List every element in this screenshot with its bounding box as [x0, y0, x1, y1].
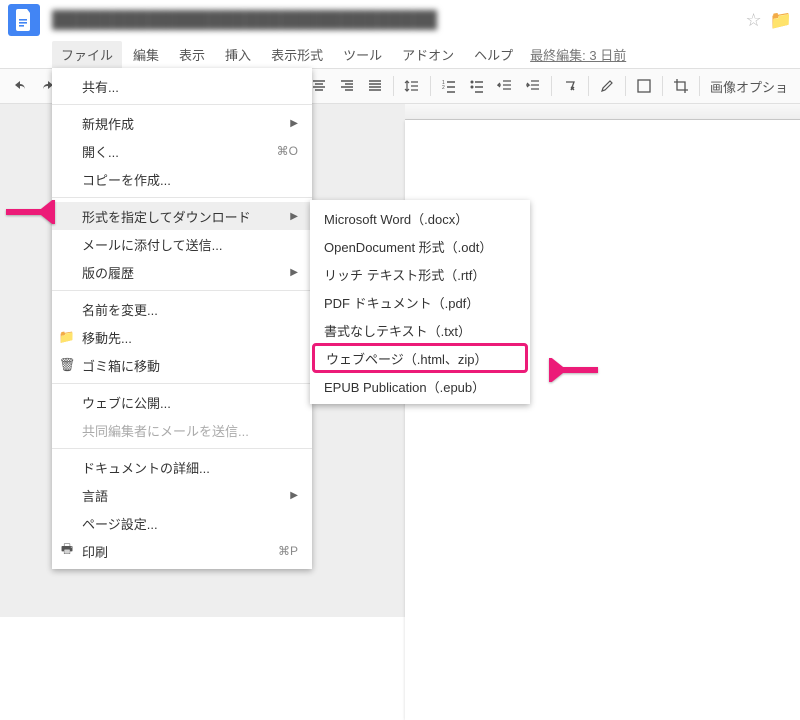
- menu-view[interactable]: 表示: [170, 41, 214, 68]
- trash-icon: 🗑: [58, 356, 76, 374]
- menu-item-move[interactable]: 📁移動先...: [52, 323, 312, 351]
- menu-item-open[interactable]: 開く...⌘O: [52, 137, 312, 165]
- menu-item-language[interactable]: 言語▶: [52, 481, 312, 509]
- header-bar: ████████████████████████████████ ☆ 📁: [0, 0, 800, 40]
- align-right-button[interactable]: [333, 72, 361, 100]
- menu-tools[interactable]: ツール: [334, 41, 391, 68]
- menu-item-publish-web[interactable]: ウェブに公開...: [52, 388, 312, 416]
- clear-format-button[interactable]: [556, 72, 584, 100]
- chevron-right-icon: ▶: [290, 490, 298, 501]
- submenu-item-epub[interactable]: EPUB Publication（.epub）: [310, 372, 530, 400]
- menu-item-share[interactable]: 共有...: [52, 72, 312, 100]
- menu-addons[interactable]: アドオン: [393, 41, 463, 68]
- star-icon[interactable]: ☆: [745, 10, 761, 31]
- chevron-right-icon: ▶: [290, 118, 298, 129]
- svg-text:2: 2: [442, 85, 445, 91]
- image-options-label[interactable]: 画像オプショ: [704, 77, 794, 96]
- menu-edit[interactable]: 編集: [124, 41, 168, 68]
- annotation-arrow-left: [6, 200, 56, 224]
- menubar: ファイル 編集 表示 挿入 表示形式 ツール アドオン ヘルプ 最終編集: 3 …: [0, 40, 800, 68]
- indent-button[interactable]: [519, 72, 547, 100]
- menu-format[interactable]: 表示形式: [262, 41, 332, 68]
- numbered-list-button[interactable]: 12: [435, 72, 463, 100]
- menu-item-rename[interactable]: 名前を変更...: [52, 295, 312, 323]
- submenu-item-pdf[interactable]: PDF ドキュメント（.pdf）: [310, 288, 530, 316]
- menu-item-trash[interactable]: 🗑ゴミ箱に移動: [52, 351, 312, 379]
- outdent-button[interactable]: [491, 72, 519, 100]
- print-icon: 🖶: [58, 542, 76, 560]
- ruler: [405, 104, 800, 120]
- menu-help[interactable]: ヘルプ: [465, 41, 522, 68]
- menu-item-document-details[interactable]: ドキュメントの詳細...: [52, 453, 312, 481]
- submenu-item-txt[interactable]: 書式なしテキスト（.txt）: [310, 316, 530, 344]
- menu-item-revision-history[interactable]: 版の履歴▶: [52, 258, 312, 286]
- submenu-item-html[interactable]: ウェブページ（.html、zip）: [312, 343, 528, 373]
- pen-tool-button[interactable]: [593, 72, 621, 100]
- annotation-arrow-right: [548, 358, 598, 382]
- crop-button[interactable]: [667, 72, 695, 100]
- undo-button[interactable]: [6, 72, 34, 100]
- menu-item-email-attachment[interactable]: メールに添付して送信...: [52, 230, 312, 258]
- download-as-submenu: Microsoft Word（.docx） OpenDocument 形式（.o…: [310, 200, 530, 404]
- border-button[interactable]: [630, 72, 658, 100]
- submenu-item-rtf[interactable]: リッチ テキスト形式（.rtf）: [310, 260, 530, 288]
- last-edit-link[interactable]: 最終編集: 3 日前: [530, 45, 626, 64]
- line-spacing-button[interactable]: [398, 72, 426, 100]
- file-dropdown-menu: 共有... 新規作成▶ 開く...⌘O コピーを作成... 形式を指定してダウン…: [52, 68, 312, 569]
- folder-icon: 📁: [58, 328, 76, 346]
- chevron-right-icon: ▶: [290, 267, 298, 278]
- document-title[interactable]: ████████████████████████████████: [52, 10, 437, 30]
- menu-item-print[interactable]: 🖶印刷⌘P: [52, 537, 312, 565]
- menu-insert[interactable]: 挿入: [216, 41, 260, 68]
- folder-icon[interactable]: 📁: [770, 10, 792, 31]
- menu-file[interactable]: ファイル: [52, 41, 122, 68]
- menu-item-page-setup[interactable]: ページ設定...: [52, 509, 312, 537]
- menu-item-new[interactable]: 新規作成▶: [52, 109, 312, 137]
- menu-item-download-as[interactable]: 形式を指定してダウンロード▶: [52, 202, 312, 230]
- bullet-list-button[interactable]: [463, 72, 491, 100]
- align-justify-button[interactable]: [361, 72, 389, 100]
- menu-item-make-copy[interactable]: コピーを作成...: [52, 165, 312, 193]
- submenu-item-odt[interactable]: OpenDocument 形式（.odt）: [310, 232, 530, 260]
- chevron-right-icon: ▶: [290, 211, 298, 222]
- menu-item-email-collaborators: 共同編集者にメールを送信...: [52, 416, 312, 444]
- docs-app-icon[interactable]: [8, 4, 40, 36]
- submenu-item-docx[interactable]: Microsoft Word（.docx）: [310, 204, 530, 232]
